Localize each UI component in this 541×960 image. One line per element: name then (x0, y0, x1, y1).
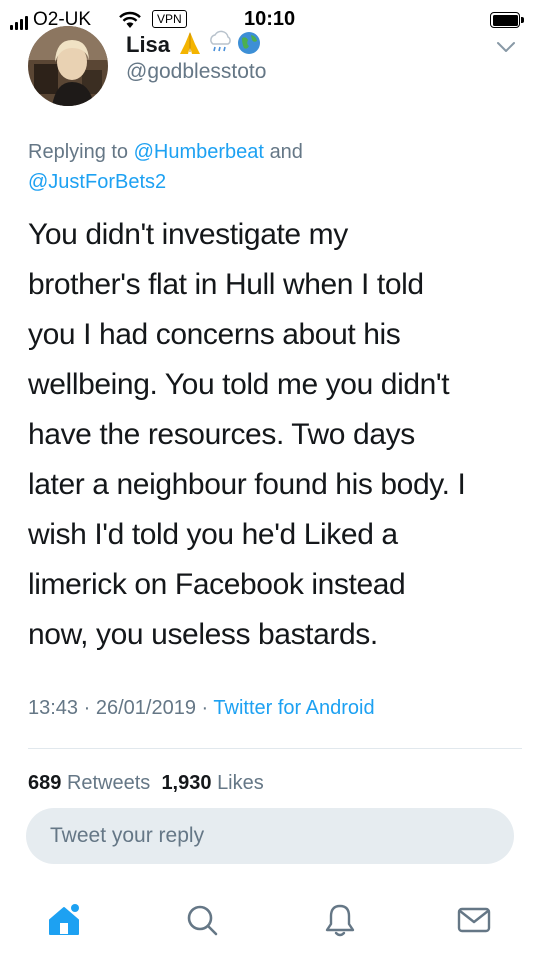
divider (28, 748, 522, 749)
tweet-text-line: brother's flat in Hull when I told (28, 268, 424, 301)
tweet-text-line: wellbeing. You told me you didn't (28, 368, 450, 401)
globe-emoji (238, 32, 260, 54)
mention-link-justforbets2[interactable]: @JustForBets2 (28, 171, 166, 193)
replying-prefix: Replying to (28, 141, 129, 163)
tweet-text-line: you I had concerns about his (28, 318, 401, 351)
wifi-icon (118, 11, 142, 34)
tweet-text-line: now, you useless bastards. (28, 618, 378, 651)
mention-link-humberbeat[interactable]: @Humberbeat (134, 141, 264, 163)
status-time: 10:10 (244, 8, 296, 30)
reply-input[interactable]: Tweet your reply (26, 808, 514, 864)
home-icon[interactable] (42, 898, 86, 942)
battery-icon (490, 12, 524, 28)
tweet-text: You didn't investigate my brother's flat… (28, 210, 522, 660)
tweet-meta: 13:43 · 26/01/2019 · Twitter for Android (28, 697, 375, 720)
name-emoji-group (176, 30, 262, 56)
avatar[interactable] (28, 26, 108, 106)
retweets-label[interactable]: Retweets (67, 772, 150, 792)
chevron-down-icon[interactable] (496, 40, 516, 59)
retweets-count[interactable]: 689 (28, 772, 61, 792)
rain-cloud-emoji (210, 30, 231, 52)
likes-count[interactable]: 1,930 (161, 772, 211, 792)
messages-icon[interactable] (452, 898, 496, 942)
tweet-time: 13:43 (28, 697, 79, 719)
tweet-text-line: later a neighbour found his body. I (28, 468, 466, 501)
author-name[interactable]: Lisa (126, 32, 170, 58)
tweet-text-line: limerick on Facebook instead (28, 568, 406, 601)
replying-and: and (269, 141, 303, 163)
tweet-date: 26/01/2019 (95, 697, 196, 719)
tab-bar (0, 880, 541, 960)
tweet-text-line: wish I'd told you he'd Liked a (28, 518, 398, 551)
meta-separator: · (83, 697, 91, 719)
tweet-stats: 689 Retweets 1,930 Likes (28, 772, 264, 792)
folded-hands-emoji (180, 32, 200, 54)
reply-placeholder: Tweet your reply (50, 824, 205, 847)
signal-icon (10, 16, 28, 30)
notifications-icon[interactable] (318, 898, 362, 942)
vpn-badge: VPN (152, 10, 187, 28)
replying-to: Replying to @Humberbeat and @JustForBets… (28, 137, 508, 197)
meta-separator: · (201, 697, 209, 719)
likes-label[interactable]: Likes (217, 772, 264, 792)
search-icon[interactable] (180, 898, 224, 942)
author-handle[interactable]: @godblesstoto (126, 60, 266, 84)
tweet-source-link[interactable]: Twitter for Android (213, 697, 374, 719)
tweet-text-line: have the resources. Two days (28, 418, 415, 451)
tweet-text-line: You didn't investigate my (28, 218, 348, 251)
